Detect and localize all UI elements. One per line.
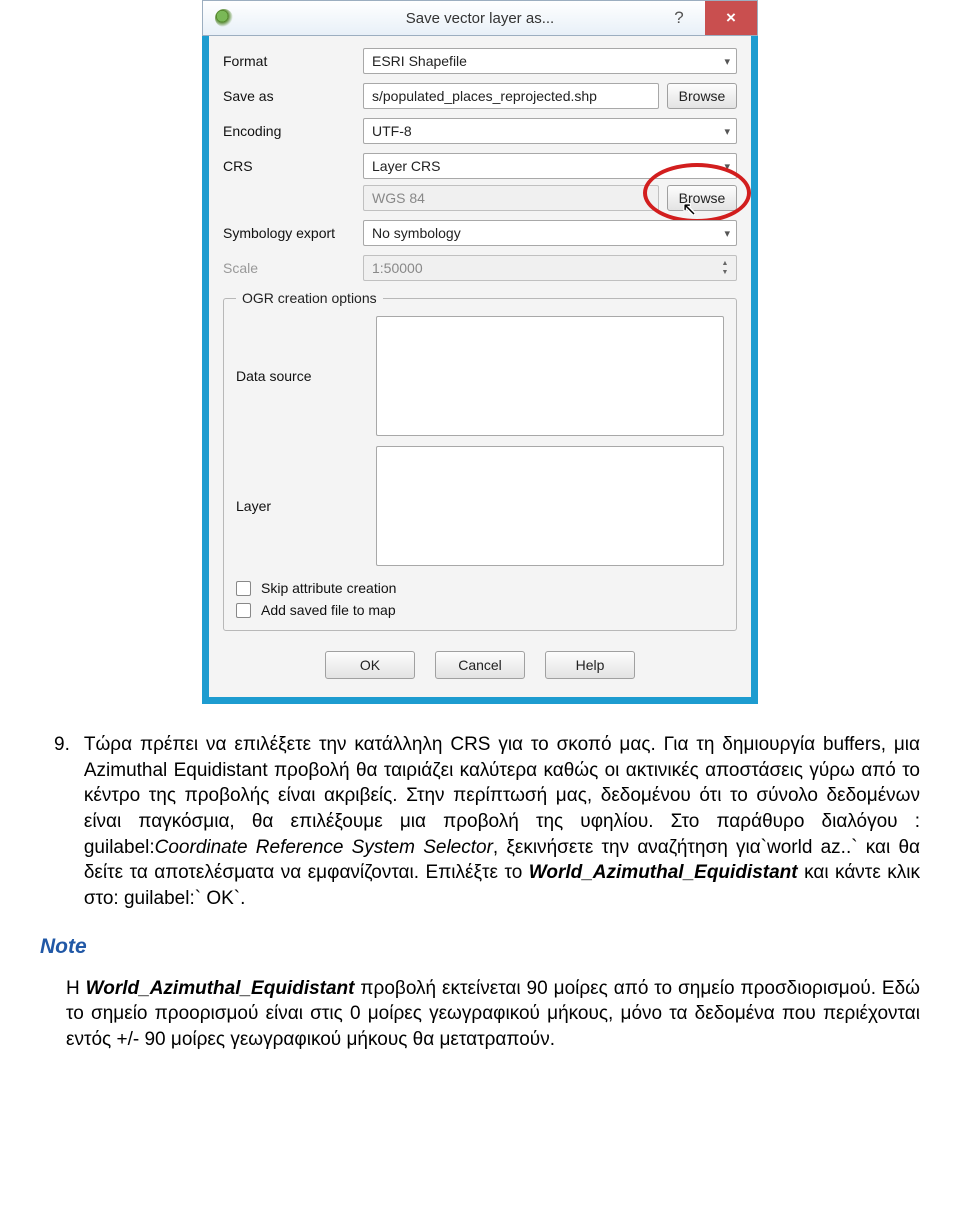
row-layer: Layer [236, 446, 724, 566]
label-scale: Scale [223, 260, 355, 276]
format-select[interactable]: ESRI Shapefile [363, 48, 737, 74]
list-number: 9. [54, 732, 70, 911]
scale-spinner: 1:50000 ▲▼ [363, 255, 737, 281]
ok-button[interactable]: OK [325, 651, 415, 679]
doc-paragraph: 9. Τώρα πρέπει να επιλέξετε την κατάλληλ… [40, 732, 920, 1053]
add-saved-checkbox[interactable] [236, 603, 251, 618]
cancel-button[interactable]: Cancel [435, 651, 525, 679]
spinner-arrows-icon: ▲▼ [718, 257, 732, 279]
note-body: Η World_Azimuthal_Equidistant προβολή εκ… [66, 976, 920, 1053]
list-body: Τώρα πρέπει να επιλέξετε την κατάλληλη C… [84, 732, 920, 911]
data-source-textarea[interactable] [376, 316, 724, 436]
encoding-select[interactable]: UTF-8 [363, 118, 737, 144]
help-dialog-button[interactable]: Help [545, 651, 635, 679]
label-saveas: Save as [223, 88, 355, 104]
layer-textarea[interactable] [376, 446, 724, 566]
row-format: Format ESRI Shapefile [223, 48, 737, 74]
ogr-options-group: OGR creation options Data source Layer S… [223, 290, 737, 631]
dialog-button-row: OK Cancel Help [223, 651, 737, 679]
browse-button[interactable]: Browse [667, 83, 737, 109]
row-crs-type: CRS Layer CRS [223, 153, 737, 179]
row-scale: Scale 1:50000 ▲▼ [223, 255, 737, 281]
ogr-legend: OGR creation options [236, 290, 383, 306]
symbology-select[interactable]: No symbology [363, 220, 737, 246]
help-button[interactable]: ? [653, 1, 705, 35]
em-world-azimuthal: World_Azimuthal_Equidistant [529, 862, 798, 883]
label-data-source: Data source [236, 368, 368, 384]
skip-attr-checkbox[interactable] [236, 581, 251, 596]
label-encoding: Encoding [223, 123, 355, 139]
add-saved-label: Add saved file to map [261, 602, 396, 618]
save-vector-dialog: Save vector layer as... ? × Format ESRI … [202, 0, 758, 704]
skip-attr-label: Skip attribute creation [261, 580, 396, 596]
row-add-saved: Add saved file to map [236, 602, 724, 618]
dialog-body: Format ESRI Shapefile Save as s/populate… [202, 36, 758, 704]
row-crs-value: WGS 84 Browse ↖ [223, 185, 737, 211]
label-format: Format [223, 53, 355, 69]
row-data-source: Data source [236, 316, 724, 436]
crs-type-select[interactable]: Layer CRS [363, 153, 737, 179]
crs-value-display: WGS 84 [363, 185, 659, 211]
row-skip-attr: Skip attribute creation [236, 580, 724, 596]
em-crs-selector: Coordinate Reference System Selector [155, 837, 493, 858]
saveas-input[interactable]: s/populated_places_reprojected.shp [363, 83, 659, 109]
titlebar[interactable]: Save vector layer as... ? × [202, 0, 758, 36]
close-button[interactable]: × [705, 1, 757, 35]
note-heading: Note [40, 933, 920, 961]
row-symbology: Symbology export No symbology [223, 220, 737, 246]
row-saveas: Save as s/populated_places_reprojected.s… [223, 83, 737, 109]
label-layer: Layer [236, 498, 368, 514]
note-em: World_Azimuthal_Equidistant [86, 978, 355, 999]
cursor-icon: ↖ [682, 199, 697, 220]
row-encoding: Encoding UTF-8 [223, 118, 737, 144]
crs-browse-button[interactable]: Browse [667, 185, 737, 211]
label-crs: CRS [223, 158, 355, 174]
label-symbology: Symbology export [223, 225, 355, 241]
